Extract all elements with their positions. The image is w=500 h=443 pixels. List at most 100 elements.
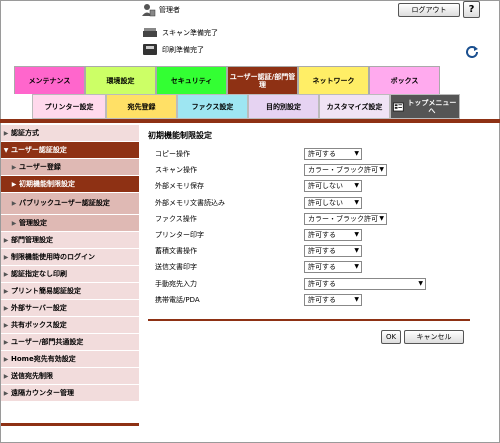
- top-divider: [0, 119, 500, 123]
- select-value: 許可する: [308, 231, 336, 240]
- arrow-right-icon: ▶: [3, 270, 9, 278]
- menu-icon: [393, 102, 404, 111]
- select-value: 許可しない: [308, 182, 343, 191]
- subtab-top-menu-label: トップメニューへ: [407, 98, 457, 115]
- subtab-top-menu[interactable]: トップメニューへ: [390, 94, 460, 119]
- sidebar-item-user-register[interactable]: ▶ ユーザー登録: [1, 159, 139, 176]
- admin-user-icon: [142, 4, 156, 17]
- sidebar-item-label: 外部サーバー設定: [11, 304, 67, 312]
- select-value: 許可する: [308, 150, 336, 159]
- scan-select[interactable]: カラー・ブラック許可 ▼: [304, 164, 387, 177]
- subtab-purpose[interactable]: 目的別設定: [248, 94, 319, 119]
- form-row: 外部メモリ文書読込み 許可しない ▼: [155, 195, 426, 211]
- sidebar-item-external-server[interactable]: ▶ 外部サーバー設定: [1, 300, 139, 317]
- arrow-right-icon: ▶: [3, 389, 9, 397]
- logout-button[interactable]: ログアウト: [398, 3, 460, 17]
- tab-user-auth[interactable]: ユーザー認証/部門管理: [227, 66, 298, 94]
- sidebar-item-label: ユーザー登録: [19, 163, 61, 171]
- sidebar-item-print-simple-auth[interactable]: ▶ プリント簡易認証設定: [1, 283, 139, 300]
- form-divider: [148, 319, 470, 321]
- sidebar-item-initial-restrict[interactable]: ▶ 初期機能制限設定: [1, 176, 139, 193]
- select-value: 許可する: [308, 279, 336, 288]
- sidebar-item-label: 送信宛先制限: [11, 372, 53, 380]
- sidebar-item-label: 共有ボックス設定: [11, 321, 67, 329]
- arrow-right-icon: ▶: [3, 355, 9, 363]
- sidebar-item-send-restrict[interactable]: ▶ 送信宛先制限: [1, 368, 139, 385]
- scanner-status-label: スキャン準備完了: [162, 28, 218, 37]
- arrow-right-icon: ▶: [11, 163, 17, 171]
- sidebar-item-shared-box[interactable]: ▶ 共有ボックス設定: [1, 317, 139, 334]
- form-row: 手動宛先入力 許可する ▼: [155, 276, 426, 292]
- arrow-right-icon: ▶: [3, 321, 9, 329]
- form-row: スキャン操作 カラー・ブラック許可 ▼: [155, 162, 426, 178]
- dropdown-arrow-icon: ▼: [418, 279, 423, 287]
- fax-select[interactable]: カラー・ブラック許可 ▼: [304, 212, 387, 225]
- dropdown-arrow-icon: ▼: [354, 231, 359, 239]
- ext-memory-save-select[interactable]: 許可しない ▼: [304, 180, 362, 193]
- form-row: 送信文書印字 許可する ▼: [155, 259, 426, 275]
- tab-network[interactable]: ネットワーク: [298, 66, 369, 94]
- row-label: コピー操作: [155, 150, 190, 159]
- manual-dest-select[interactable]: 許可する ▼: [304, 277, 426, 290]
- form-row: ファクス操作 カラー・ブラック許可 ▼: [155, 211, 426, 227]
- sidebar-item-user-dept-common[interactable]: ▶ ユーザー/部門共通設定: [1, 334, 139, 351]
- sidebar-item-label: 認証指定なし印刷: [11, 270, 67, 278]
- tab-box[interactable]: ボックス: [369, 66, 440, 94]
- refresh-icon[interactable]: [465, 44, 479, 58]
- ok-button[interactable]: OK: [381, 330, 401, 344]
- printer-status: 印刷準備完了: [142, 43, 204, 56]
- cancel-button[interactable]: キャンセル: [404, 330, 464, 344]
- send-doc-print-select[interactable]: 許可する ▼: [304, 261, 362, 274]
- help-button[interactable]: ?: [463, 1, 480, 18]
- tab-security[interactable]: セキュリティ: [156, 66, 227, 94]
- subtab-customize[interactable]: カスタマイズ設定: [319, 94, 390, 119]
- tab-maintenance[interactable]: メンテナンス: [14, 66, 85, 94]
- row-label: 手動宛先入力: [155, 279, 197, 288]
- select-value: 許可する: [308, 295, 336, 304]
- copy-select[interactable]: 許可する ▼: [304, 148, 362, 161]
- arrow-right-icon: ▶: [3, 129, 9, 137]
- select-value: 許可しない: [308, 198, 343, 207]
- sidebar-item-home-dest[interactable]: ▶ Home宛先有効設定: [1, 351, 139, 368]
- form-row: プリンター印字 許可する ▼: [155, 227, 426, 243]
- sidebar-item-print-no-auth[interactable]: ▶ 認証指定なし印刷: [1, 266, 139, 283]
- scanner-status: スキャン準備完了: [142, 27, 218, 38]
- arrow-right-icon: ▶: [3, 236, 9, 244]
- sidebar-item-public-user[interactable]: ▶ パブリックユーザー認証設定: [1, 193, 139, 215]
- sidebar-bottom-line: [1, 423, 139, 426]
- row-label: 蓄積文書操作: [155, 247, 197, 256]
- sidebar-item-restricted-login[interactable]: ▶ 制限機能使用時のログイン: [1, 249, 139, 266]
- subtab-fax[interactable]: ファクス設定: [177, 94, 248, 119]
- arrow-right-icon: ▶: [3, 287, 9, 295]
- sidebar-item-user-auth[interactable]: ▼ ユーザー認証設定: [1, 142, 139, 159]
- form-row: 蓄積文書操作 許可する ▼: [155, 243, 426, 259]
- admin-label: 管理者: [159, 6, 180, 14]
- sidebar-item-label: Home宛先有効設定: [11, 355, 76, 363]
- arrow-right-icon: ▶: [3, 338, 9, 346]
- sidebar-item-label: 部門管理設定: [11, 236, 53, 244]
- sidebar-item-admin-settings[interactable]: ▶ 管理設定: [1, 215, 139, 232]
- sidebar-item-dept[interactable]: ▶ 部門管理設定: [1, 232, 139, 249]
- select-value: カラー・ブラック許可: [308, 214, 378, 223]
- dropdown-arrow-icon: ▼: [354, 263, 359, 271]
- select-value: 許可する: [308, 247, 336, 256]
- restriction-form: コピー操作 許可する ▼ スキャン操作 カラー・ブラック許可 ▼ 外部メモリ保存 許…: [155, 146, 426, 308]
- dropdown-arrow-icon: ▼: [354, 295, 359, 303]
- arrow-down-icon: ▼: [3, 146, 9, 154]
- sidebar-item-remote-counter[interactable]: ▶ 遠隔カウンター管理: [1, 385, 139, 402]
- row-label: 外部メモリ文書読込み: [155, 198, 225, 207]
- subtab-printer[interactable]: プリンター設定: [32, 94, 106, 119]
- row-label: ファクス操作: [155, 214, 197, 223]
- mobile-pda-select[interactable]: 許可する ▼: [304, 293, 362, 306]
- dropdown-arrow-icon: ▼: [354, 198, 359, 206]
- subtab-destination[interactable]: 宛先登録: [106, 94, 177, 119]
- row-label: 外部メモリ保存: [155, 182, 204, 191]
- select-value: 許可する: [308, 263, 336, 272]
- sidebar-item-auth-method[interactable]: ▶ 認証方式: [1, 125, 139, 142]
- printer-select[interactable]: 許可する ▼: [304, 229, 362, 242]
- ext-memory-read-select[interactable]: 許可しない ▼: [304, 196, 362, 209]
- stored-doc-select[interactable]: 許可する ▼: [304, 245, 362, 258]
- form-row: コピー操作 許可する ▼: [155, 146, 426, 162]
- tab-environment[interactable]: 環境設定: [85, 66, 156, 94]
- main-tabs: メンテナンス 環境設定 セキュリティ ユーザー認証/部門管理 ネットワーク ボッ…: [14, 66, 440, 94]
